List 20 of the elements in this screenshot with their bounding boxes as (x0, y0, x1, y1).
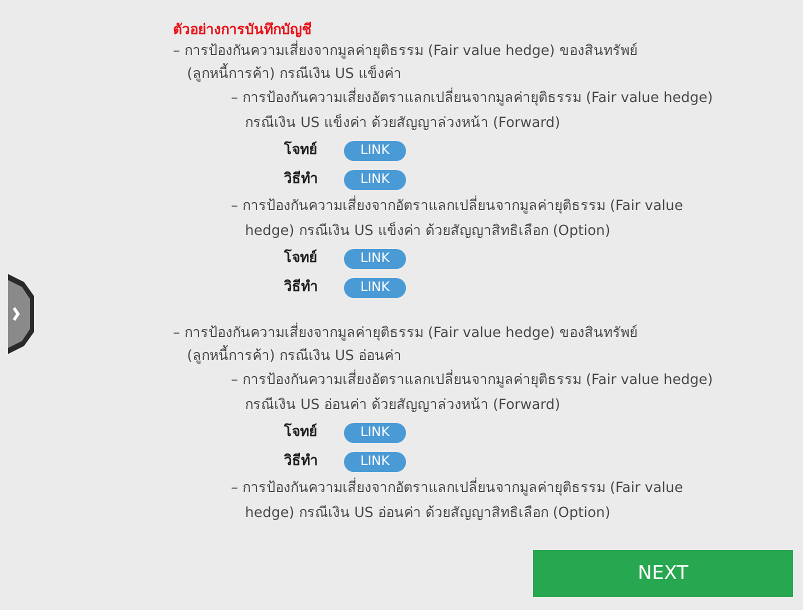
link-label: วิธีทำ (284, 452, 319, 471)
item-text: – การป้องกันความเสี่ยงอัตราแลกเปลี่ยนจากมูลค่ายุติธรรม (Fair value hedge) กรณีเงิน US แข็งค่า ด้วยสัญญาล่วงหน้า (Forward) (231, 86, 731, 136)
item-text: – การป้องกันความเสี่ยงจากอัตราแลกเปลี่ยนจากมูลค่ายุติธรรม (Fair value hedge) กรณีเงิน US อ่อนค่า ด้วยสัญญาสิทธิเลือก (Option) (231, 476, 731, 526)
heading-text: – การป้องกันความเสี่ยงจากมูลค่ายุติธรรม (Fair value hedge) ของสินทรัพย์ (ลูกหนี้การค้า) กรณีเงิน US อ่อนค่า (173, 322, 645, 368)
link-label: วิธีทำ (284, 170, 319, 189)
link-button[interactable]: LINK (344, 140, 406, 160)
link-button[interactable]: LINK (344, 278, 406, 298)
link-label: โจทย์ (284, 422, 318, 442)
link-button[interactable]: LINK (344, 170, 406, 190)
next-button[interactable]: NEXT (533, 550, 793, 597)
link-button[interactable]: LINK (344, 452, 406, 472)
section-title: ตัวอย่างการบันทึกบัญชี (173, 20, 313, 40)
link-label: วิธีทำ (284, 278, 319, 297)
link-label: โจทย์ (284, 140, 318, 160)
link-button[interactable]: LINK (344, 248, 406, 268)
link-label: โจทย์ (284, 248, 318, 268)
link-button[interactable]: LINK (344, 422, 406, 442)
heading-text: – การป้องกันความเสี่ยงจากมูลค่ายุติธรรม (Fair value hedge) ของสินทรัพย์ (ลูกหนี้การค้า) กรณีเงิน US แข็งค่า (173, 40, 645, 86)
item-text: – การป้องกันความเสี่ยงจากอัตราแลกเปลี่ยนจากมูลค่ายุติธรรม (Fair value hedge) กรณีเงิน US แข็งค่า ด้วยสัญญาสิทธิเลือก (Option) (231, 194, 731, 244)
item-text: – การป้องกันความเสี่ยงอัตราแลกเปลี่ยนจากมูลค่ายุติธรรม (Fair value hedge) กรณีเงิน US อ่อนค่า ด้วยสัญญาล่วงหน้า (Forward) (231, 368, 731, 418)
